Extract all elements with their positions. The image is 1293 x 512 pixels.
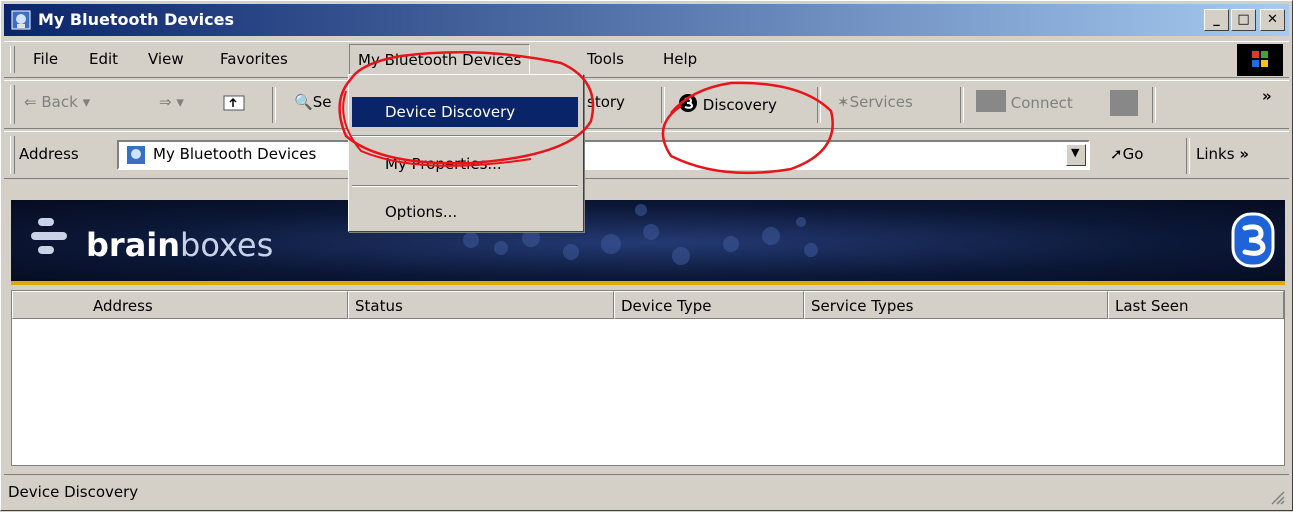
menu-item-options[interactable]: Options... <box>352 197 578 227</box>
address-input[interactable]: My Bluetooth Devices ▼ <box>117 140 1090 170</box>
go-button[interactable]: ➚Go <box>1110 145 1143 163</box>
go-label: Go <box>1122 145 1144 163</box>
toolbar-separator <box>1152 87 1156 123</box>
services-icon: ✶ <box>837 93 850 111</box>
toolbar-overflow-chevron-icon[interactable]: » <box>1262 87 1272 105</box>
brainboxes-logo: brainboxes <box>86 226 273 264</box>
column-header-status[interactable]: Status <box>348 291 614 319</box>
connect-button[interactable]: Connect <box>976 90 1073 112</box>
bluetooth-devices-icon <box>11 10 31 30</box>
forward-arrow-icon: ⇒ ▾ <box>159 93 184 111</box>
history-button[interactable]: story <box>587 93 625 111</box>
window-title: My Bluetooth Devices <box>38 10 234 29</box>
maximize-button[interactable]: □ <box>1231 9 1256 31</box>
discovery-label: Discovery <box>702 96 777 114</box>
brainboxes-banner: brainboxes <box>11 200 1285 285</box>
toolbar-separator <box>817 87 821 123</box>
disconnect-button[interactable] <box>1110 90 1138 120</box>
close-button[interactable]: ✕ <box>1260 9 1285 31</box>
windows-flag-icon <box>1252 51 1268 67</box>
bluetooth-devices-dropdown-menu: Device Discovery My Properties... Option… <box>348 74 584 232</box>
search-label: Se <box>312 93 332 111</box>
address-dropdown-button[interactable]: ▼ <box>1066 144 1086 166</box>
toolbar-separator <box>960 87 964 123</box>
banner-stripe <box>11 281 1285 285</box>
logo-brand-light: boxes <box>180 226 274 264</box>
links-chevron-icon: » <box>1239 145 1250 163</box>
discovery-icon <box>679 94 697 112</box>
back-button[interactable]: ⇐ Back ▾ <box>24 93 90 111</box>
status-bar: Device Discovery <box>4 474 1289 508</box>
toolbar: ⇐ Back ▾ ⇒ ▾ 🔍Se story Discovery ✶Servic… <box>4 80 1289 129</box>
resize-grip-icon[interactable] <box>1269 489 1285 505</box>
minimize-button[interactable]: _ <box>1204 9 1229 31</box>
chevron-down-icon: ▼ <box>1071 146 1080 159</box>
toolbar-separator <box>661 87 665 123</box>
links-button[interactable]: Links » <box>1196 145 1249 163</box>
toolbar-separator <box>1186 138 1190 174</box>
search-icon: 🔍 <box>294 93 313 111</box>
address-label: Address <box>19 145 79 163</box>
history-label: story <box>587 93 625 111</box>
services-button[interactable]: ✶Services <box>837 93 913 111</box>
links-label: Links <box>1196 145 1235 163</box>
menu-edit[interactable]: Edit <box>89 50 118 68</box>
menu-separator <box>352 135 578 137</box>
back-arrow-icon: ⇐ <box>24 93 37 111</box>
column-header-last-seen[interactable]: Last Seen <box>1108 291 1284 319</box>
connect-label: Connect <box>1010 94 1073 112</box>
addressbar-grip[interactable] <box>10 136 15 174</box>
main-window: My Bluetooth Devices _ □ ✕ File Edit Vie… <box>0 0 1293 511</box>
back-label: Back <box>41 93 78 111</box>
title-bar[interactable]: My Bluetooth Devices _ □ ✕ <box>4 4 1289 36</box>
address-bar: Address My Bluetooth Devices ▼ ➚Go Links… <box>4 131 1289 179</box>
logo-brand-bold: brain <box>86 226 181 264</box>
menu-item-my-properties[interactable]: My Properties... <box>352 149 578 179</box>
column-header-device-type[interactable]: Device Type <box>614 291 804 319</box>
connect-icon <box>976 90 1006 112</box>
menubar-grip[interactable] <box>10 46 15 73</box>
windows-logo <box>1237 44 1283 76</box>
up-folder-button[interactable] <box>222 90 248 118</box>
brainboxes-emblem-icon <box>1231 212 1275 268</box>
go-arrow-icon: ➚ <box>1110 145 1123 163</box>
search-button[interactable]: 🔍Se <box>294 93 331 111</box>
toolbar-grip[interactable] <box>10 85 15 124</box>
disconnect-icon <box>1110 90 1138 116</box>
menu-file[interactable]: File <box>33 50 58 68</box>
status-text: Device Discovery <box>8 483 139 501</box>
discovery-button[interactable]: Discovery <box>678 93 777 114</box>
services-label: Services <box>849 93 913 111</box>
bluetooth-devices-icon <box>127 146 145 164</box>
menu-separator <box>352 185 578 187</box>
up-folder-icon <box>223 95 245 111</box>
forward-button[interactable]: ⇒ ▾ <box>159 93 184 111</box>
menu-help[interactable]: Help <box>663 50 697 68</box>
menu-my-bluetooth-devices[interactable]: My Bluetooth Devices <box>349 44 531 75</box>
column-header-address[interactable]: Address <box>12 291 348 319</box>
device-list[interactable]: Address Status Device Type Service Types… <box>11 290 1285 466</box>
menu-bar: File Edit View Favorites My Bluetooth De… <box>4 41 1289 78</box>
menu-favorites[interactable]: Favorites <box>220 50 288 68</box>
menu-tools[interactable]: Tools <box>587 50 624 68</box>
back-dropdown-icon: ▾ <box>82 93 91 111</box>
toolbar-separator <box>272 87 276 123</box>
address-value: My Bluetooth Devices <box>153 145 317 163</box>
column-header-service-types[interactable]: Service Types <box>804 291 1108 319</box>
menu-view[interactable]: View <box>148 50 184 68</box>
menu-item-device-discovery[interactable]: Device Discovery <box>352 97 578 127</box>
